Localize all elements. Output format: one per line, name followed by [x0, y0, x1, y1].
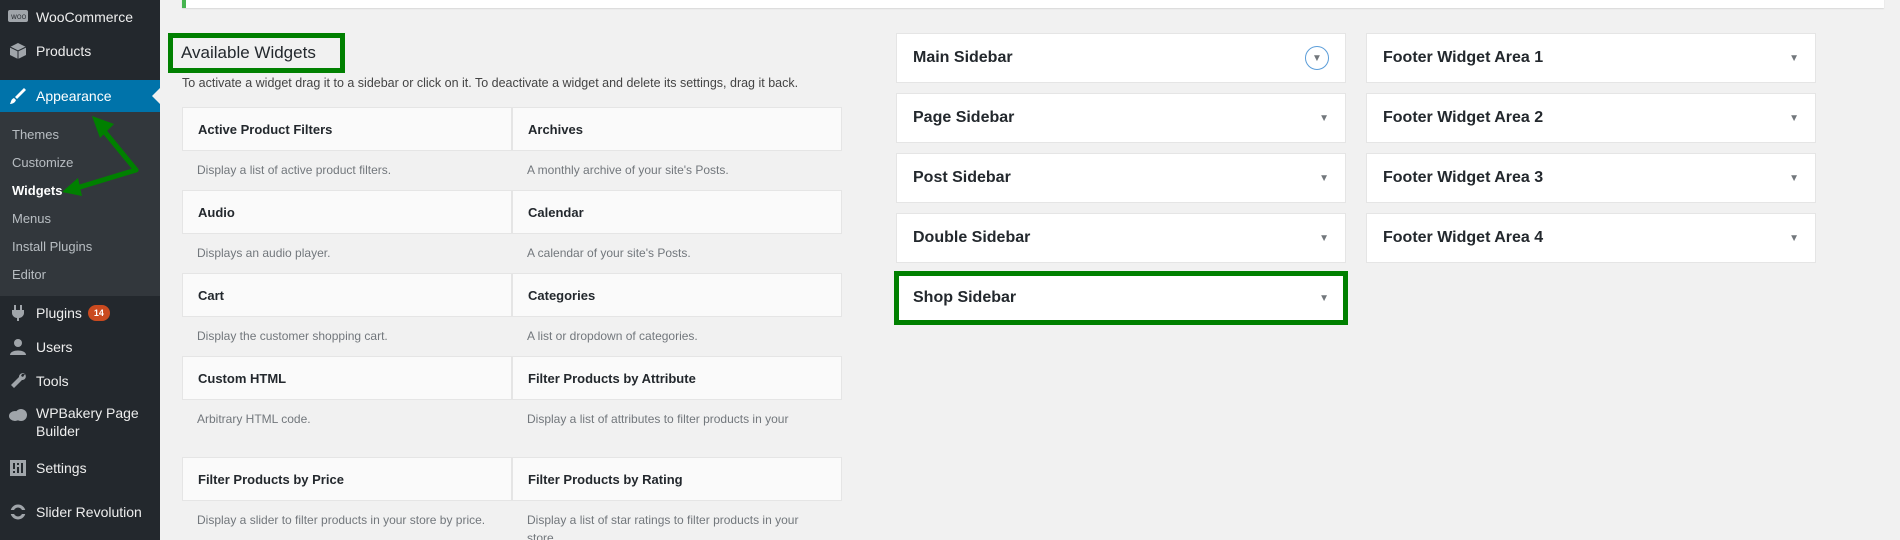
menu-label: Slider Revolution — [36, 504, 142, 520]
menu-label-line1: WPBakery Page — [36, 405, 139, 421]
widget-filter-products-by-rating[interactable]: Filter Products by Rating — [512, 457, 842, 501]
sidebar-page[interactable]: Page Sidebar ▼ — [896, 93, 1346, 143]
toggle-arrow-icon[interactable]: ▼ — [1789, 113, 1799, 124]
menu-label: Products — [36, 43, 92, 59]
menu-item-products[interactable]: Products — [0, 38, 160, 64]
sidebar-title: Post Sidebar — [913, 169, 1011, 186]
sidebar-footer-4[interactable]: Footer Widget Area 4 ▼ — [1366, 213, 1816, 263]
menu-label: Tools — [36, 373, 69, 389]
widget-description: Display a list of star ratings to filter… — [527, 513, 799, 540]
sidebar-title: Footer Widget Area 3 — [1383, 169, 1544, 186]
sidebar-title: Shop Sidebar — [913, 289, 1017, 306]
user-icon — [8, 337, 28, 357]
toggle-arrow-icon[interactable]: ▼ — [1319, 173, 1329, 184]
sidebar-footer-1[interactable]: Footer Widget Area 1 ▼ — [1366, 33, 1816, 83]
widget-description: A monthly archive of your site's Posts. — [527, 163, 729, 177]
sidebar-title: Main Sidebar — [913, 49, 1013, 66]
menu-item-tools[interactable]: Tools — [0, 368, 160, 394]
widget-description: Display the customer shopping cart. — [197, 329, 388, 343]
sidebar-title: Page Sidebar — [913, 109, 1015, 126]
box-icon — [8, 41, 28, 61]
appearance-submenu: Themes Customize Widgets Menus Install P… — [0, 112, 160, 296]
sidebar-post[interactable]: Post Sidebar ▼ — [896, 153, 1346, 203]
menu-item-appearance[interactable]: Appearance — [0, 80, 160, 112]
menu-item-slider-revolution[interactable]: Slider Revolution — [0, 499, 160, 525]
available-widgets-header: Available Widgets — [168, 33, 345, 73]
toggle-arrow-icon[interactable]: ▼ — [1789, 173, 1799, 184]
plug-icon — [8, 303, 28, 323]
widget-description: Display a list of attributes to filter p… — [527, 412, 789, 426]
toggle-arrow-icon[interactable]: ▼ — [1789, 53, 1799, 64]
menu-item-plugins[interactable]: Plugins 14 — [0, 300, 160, 326]
cloud-icon — [8, 405, 28, 425]
widget-description: Display a slider to filter products in y… — [197, 513, 486, 527]
widget-description: Displays an audio player. — [197, 246, 331, 260]
sidebar-double[interactable]: Double Sidebar ▼ — [896, 213, 1346, 263]
menu-item-woocommerce[interactable]: WOO WooCommerce — [0, 4, 160, 30]
menu-label: Appearance — [36, 88, 112, 104]
woocommerce-icon: WOO — [8, 7, 28, 27]
submenu-widgets[interactable]: Widgets — [12, 183, 62, 198]
sidebar-shop[interactable]: Shop Sidebar ▼ — [894, 271, 1348, 325]
admin-sidebar: WOO WooCommerce Products Appearance Them… — [0, 0, 160, 540]
sidebar-title: Double Sidebar — [913, 229, 1031, 246]
menu-label: Plugins — [36, 305, 82, 321]
sidebar-title: Footer Widget Area 4 — [1383, 229, 1544, 246]
widget-description: A list or dropdown of categories. — [527, 329, 698, 343]
sidebar-title: Footer Widget Area 2 — [1383, 109, 1544, 126]
menu-item-settings[interactable]: Settings — [0, 455, 160, 481]
wrench-icon — [8, 371, 28, 391]
widget-audio[interactable]: Audio — [182, 190, 512, 234]
sidebar-footer-2[interactable]: Footer Widget Area 2 ▼ — [1366, 93, 1816, 143]
settings-sliders-icon — [8, 458, 28, 478]
menu-label: WooCommerce — [36, 9, 133, 25]
menu-item-wpbakery[interactable]: WPBakery Page Builder — [0, 404, 160, 444]
menu-label: Settings — [36, 460, 87, 476]
widget-categories[interactable]: Categories — [512, 273, 842, 317]
sidebar-main[interactable]: Main Sidebar ▼ — [896, 33, 1346, 83]
refresh-icon — [8, 502, 28, 522]
widget-calendar[interactable]: Calendar — [512, 190, 842, 234]
menu-label-line2: Builder — [36, 423, 80, 439]
submenu-menus[interactable]: Menus — [12, 211, 51, 226]
submenu-themes[interactable]: Themes — [12, 127, 59, 142]
available-widgets-description: To activate a widget drag it to a sideba… — [182, 76, 799, 90]
sidebar-title: Footer Widget Area 1 — [1383, 49, 1544, 66]
widget-cart[interactable]: Cart — [182, 273, 512, 317]
submenu-editor[interactable]: Editor — [12, 267, 46, 282]
available-widgets-title: Available Widgets — [181, 43, 316, 62]
submenu-install-plugins[interactable]: Install Plugins — [12, 239, 92, 254]
menu-item-users[interactable]: Users — [0, 334, 160, 360]
toggle-arrow-icon[interactable]: ▼ — [1319, 233, 1329, 244]
widget-custom-html[interactable]: Custom HTML — [182, 356, 512, 400]
widget-archives[interactable]: Archives — [512, 107, 842, 151]
sidebar-footer-3[interactable]: Footer Widget Area 3 ▼ — [1366, 153, 1816, 203]
menu-label: Users — [36, 339, 73, 355]
widget-description: Arbitrary HTML code. — [197, 412, 311, 426]
submenu-customize[interactable]: Customize — [12, 155, 73, 170]
widget-filter-products-by-price[interactable]: Filter Products by Price — [182, 457, 512, 501]
widget-filter-products-by-attribute[interactable]: Filter Products by Attribute — [512, 356, 842, 400]
plugins-update-badge: 14 — [87, 305, 110, 321]
toggle-arrow-icon[interactable]: ▼ — [1789, 233, 1799, 244]
menu-label: WPBakery Page Builder — [36, 404, 139, 440]
toggle-arrow-icon[interactable]: ▼ — [1319, 113, 1329, 124]
toggle-arrow-icon[interactable]: ▼ — [1319, 293, 1329, 304]
widget-active-product-filters[interactable]: Active Product Filters — [182, 107, 512, 151]
admin-notice — [182, 0, 1884, 8]
widget-description: Display a list of active product filters… — [197, 163, 392, 177]
svg-text:WOO: WOO — [11, 14, 27, 21]
paintbrush-icon — [8, 86, 28, 106]
toggle-arrow-icon[interactable]: ▼ — [1305, 46, 1329, 70]
widget-description: A calendar of your site's Posts. — [527, 246, 691, 260]
